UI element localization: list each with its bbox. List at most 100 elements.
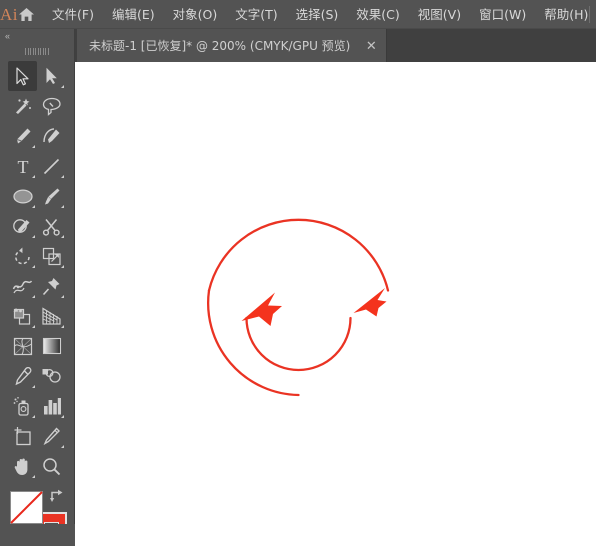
document-tab-bar: 未标题-1 [已恢复]* @ 200% (CMYK/GPU 预览) ✕	[75, 29, 596, 62]
menu-item-file[interactable]: 文件(F)	[43, 0, 103, 29]
line-segment-icon	[43, 158, 60, 174]
scissors-tool[interactable]	[37, 211, 66, 241]
tool-more-indicator	[32, 205, 35, 208]
none-slash-icon	[10, 491, 43, 524]
ellipse-tool[interactable]	[8, 181, 37, 211]
type-T-icon: T	[17, 157, 28, 176]
arrow-solid-outline-icon	[16, 66, 29, 85]
shape-builder-tool[interactable]	[8, 301, 37, 331]
arrow-filled-icon	[46, 67, 57, 84]
paintbrush-icon	[45, 188, 60, 204]
mesh-tool[interactable]	[8, 331, 37, 361]
swap-arrows-icon[interactable]	[49, 489, 64, 503]
tool-grid: T	[0, 58, 74, 481]
blend-icon	[42, 368, 61, 383]
pen-icon	[16, 128, 30, 143]
panel-drag-handle[interactable]	[0, 45, 74, 58]
width-warp-icon	[12, 279, 33, 293]
free-transform-tool[interactable]	[37, 271, 66, 301]
slice-knife-icon	[43, 426, 60, 445]
slice-tool[interactable]	[37, 421, 66, 451]
arrowheads	[241, 288, 387, 326]
symbol-sprayer-tool[interactable]	[8, 391, 37, 421]
hand-icon	[14, 458, 28, 475]
menu-item-type[interactable]: 文字(T)	[226, 0, 286, 29]
refresh-arrows-illustration[interactable]	[75, 62, 596, 546]
menu-item-effect[interactable]: 效果(C)	[347, 0, 408, 29]
document-tab-title: 未标题-1 [已恢复]* @ 200% (CMYK/GPU 预览)	[89, 39, 351, 53]
tool-more-indicator	[32, 385, 35, 388]
tool-more-indicator	[61, 265, 64, 268]
shaper-icon	[13, 218, 30, 233]
magic-wand-tool[interactable]	[8, 91, 37, 121]
tool-more-indicator	[61, 175, 64, 178]
type-tool[interactable]: T	[8, 151, 37, 181]
menu-item-list: 文件(F) 编辑(E) 对象(O) 文字(T) 选择(S) 效果(C) 视图(V…	[43, 0, 596, 29]
gradient-tool[interactable]	[37, 331, 66, 361]
line-segment-tool[interactable]	[37, 151, 66, 181]
bar-chart-icon	[43, 398, 61, 415]
tools-panel: « T	[0, 29, 75, 545]
scale-icon	[42, 247, 61, 265]
column-graph-tool[interactable]	[37, 391, 66, 421]
tool-more-indicator	[61, 235, 64, 238]
tool-more-indicator	[61, 205, 64, 208]
tool-more-indicator	[32, 175, 35, 178]
perspective-grid-tool[interactable]	[37, 301, 66, 331]
pushpin-icon	[42, 277, 60, 295]
menubar-right-divider	[589, 6, 590, 23]
selection-tool[interactable]	[8, 61, 37, 91]
tool-more-indicator	[32, 475, 35, 478]
document-canvas[interactable]	[75, 62, 596, 546]
outer-arc-top	[207, 218, 390, 292]
illustrator-window: Ai 文件(F) 编辑(E) 对象(O) 文字(T) 选择(S) 效果(C) 视…	[0, 0, 596, 546]
menu-item-view[interactable]: 视图(V)	[409, 0, 470, 29]
scale-tool[interactable]	[37, 241, 66, 271]
lasso-icon	[42, 97, 61, 116]
toolpanel-bottom-filler	[0, 524, 75, 546]
rotate-icon	[14, 247, 30, 264]
artboard-tool[interactable]	[8, 421, 37, 451]
pen-tool[interactable]	[8, 121, 37, 151]
fill-swatch[interactable]	[10, 491, 43, 524]
paintbrush-tool[interactable]	[37, 181, 66, 211]
magic-wand-icon	[16, 98, 31, 114]
lasso-tool[interactable]	[37, 91, 66, 121]
tool-more-indicator	[61, 85, 64, 88]
menu-item-window[interactable]: 窗口(W)	[470, 0, 535, 29]
tools-panel-header: «	[0, 29, 74, 45]
eyedropper-icon	[15, 366, 32, 385]
symbol-sprayer-icon	[13, 396, 29, 416]
scissors-icon	[42, 218, 60, 236]
menu-bar: Ai 文件(F) 编辑(E) 对象(O) 文字(T) 选择(S) 效果(C) 视…	[0, 0, 596, 29]
menu-item-object[interactable]: 对象(O)	[164, 0, 227, 29]
eyedropper-tool[interactable]	[8, 361, 37, 391]
hand-tool[interactable]	[8, 451, 37, 481]
collapse-panel-icon[interactable]: «	[5, 31, 10, 41]
shape-builder-icon	[13, 307, 31, 325]
mesh-icon	[13, 337, 32, 355]
svg-text:T: T	[17, 157, 28, 176]
tool-more-indicator	[32, 415, 35, 418]
tool-more-indicator	[61, 415, 64, 418]
menu-item-edit[interactable]: 编辑(E)	[103, 0, 164, 29]
magnifier-icon	[43, 457, 61, 475]
menu-item-select[interactable]: 选择(S)	[287, 0, 348, 29]
rotate-tool[interactable]	[8, 241, 37, 271]
tool-more-indicator	[32, 235, 35, 238]
close-icon[interactable]: ✕	[364, 39, 378, 53]
document-tab[interactable]: 未标题-1 [已恢复]* @ 200% (CMYK/GPU 预览) ✕	[77, 29, 388, 62]
direct-selection-tool[interactable]	[37, 61, 66, 91]
menu-item-help[interactable]: 帮助(H)	[535, 0, 596, 29]
inner-arc-bottom	[245, 316, 352, 372]
blend-tool[interactable]	[37, 361, 66, 391]
home-icon[interactable]	[18, 0, 35, 29]
width-tool[interactable]	[8, 271, 37, 301]
arrowhead-right	[353, 288, 387, 317]
shaper-tool[interactable]	[8, 211, 37, 241]
tool-more-indicator	[32, 265, 35, 268]
tool-more-indicator	[32, 325, 35, 328]
tool-more-indicator	[32, 145, 35, 148]
curvature-tool[interactable]	[37, 121, 66, 151]
zoom-tool[interactable]	[37, 451, 66, 481]
